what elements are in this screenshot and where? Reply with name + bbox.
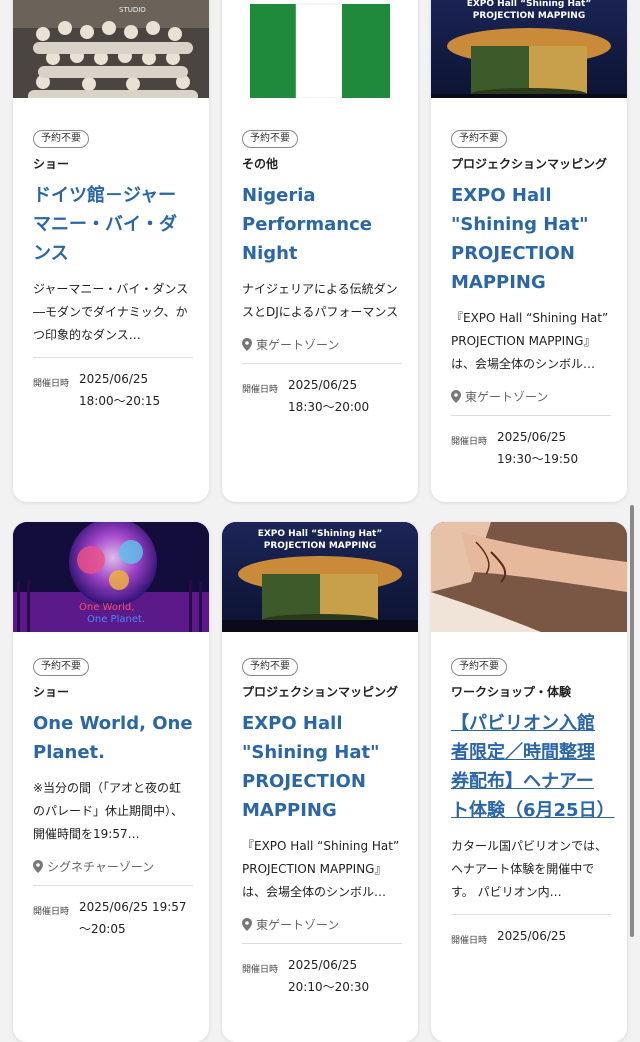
- event-title[interactable]: EXPO Hall "Shining Hat" PROJECTION MAPPI…: [451, 181, 611, 297]
- event-description: カタール国パビリオンでは、ヘナアート体験を開催中です。 パビリオン内…: [451, 839, 608, 899]
- event-thumbnail: STUDIO: [13, 0, 209, 98]
- location-label: 東ゲートゾーン: [465, 390, 549, 404]
- date-value: 2025/06/25: [288, 378, 358, 392]
- event-card[interactable]: STUDIO 予約不要 ショー ドイツ館－ジャーマニー・バイ・ダンス ジャーマニ…: [13, 0, 209, 502]
- reservation-badge: 予約不要: [33, 658, 89, 676]
- svg-text:One Planet.: One Planet.: [87, 614, 145, 625]
- event-title[interactable]: One World, One Planet.: [33, 709, 193, 767]
- event-description: ジャーマニー・バイ・ダンス―モダンでダイナミック、かつ印象的なダンス…: [33, 282, 189, 342]
- time-value: 18:00～20:15: [79, 394, 161, 408]
- location-label: シグネチャーゾーン: [47, 860, 155, 874]
- date-value: 2025/06/25: [497, 430, 567, 444]
- divider: [451, 415, 611, 416]
- reservation-badge: 予約不要: [451, 658, 507, 676]
- date-value: 2025/06/25: [497, 929, 567, 943]
- datetime-label: 開催日時: [33, 379, 70, 389]
- event-card[interactable]: 予約不要 その他 Nigeria Performance Night ナイジェリ…: [222, 0, 418, 502]
- divider: [242, 943, 402, 944]
- event-location: 東ゲートゾーン: [451, 388, 611, 405]
- date-value: 2025/06/25: [79, 372, 149, 386]
- event-title[interactable]: Nigeria Performance Night: [242, 181, 402, 268]
- event-category: その他: [242, 157, 279, 171]
- reservation-badge: 予約不要: [33, 130, 89, 148]
- time-value: ～20:05: [79, 922, 126, 936]
- svg-text:STUDIO: STUDIO: [119, 6, 146, 14]
- datetime-label: 開催日時: [451, 936, 488, 946]
- event-category: プロジェクションマッピング: [242, 685, 399, 699]
- reservation-badge: 予約不要: [451, 130, 507, 148]
- page-scrollbar[interactable]: [630, 505, 634, 937]
- divider: [242, 363, 402, 364]
- event-card[interactable]: 予約不要 ワークショップ・体験 【パビリオン入館者限定／時間整理券配布】ヘナアー…: [431, 522, 627, 1042]
- event-title[interactable]: EXPO Hall "Shining Hat" PROJECTION MAPPI…: [242, 709, 402, 825]
- event-datetime: 開催日時 2025/06/25 19:30～19:50: [451, 426, 611, 470]
- datetime-label: 開催日時: [242, 385, 279, 395]
- location-label: 東ゲートゾーン: [256, 918, 340, 932]
- divider: [33, 357, 193, 358]
- event-card[interactable]: EXPO Hall “Shining Hat” PROJECTION MAPPI…: [431, 0, 627, 502]
- event-category: ショー: [33, 685, 70, 699]
- event-datetime: 開催日時 2025/06/25 18:30～20:00: [242, 374, 402, 418]
- datetime-label: 開催日時: [242, 965, 279, 975]
- svg-text:EXPO Hall “Shining Hat”: EXPO Hall “Shining Hat”: [258, 529, 383, 539]
- event-datetime: 開催日時 2025/06/25 20:10～20:30: [242, 954, 402, 998]
- svg-text:PROJECTION MAPPING: PROJECTION MAPPING: [264, 541, 376, 551]
- datetime-label: 開催日時: [33, 907, 70, 917]
- divider: [451, 914, 611, 915]
- event-card-grid: STUDIO 予約不要 ショー ドイツ館－ジャーマニー・バイ・ダンス ジャーマニ…: [0, 0, 640, 1042]
- time-value: 18:30～20:00: [288, 400, 370, 414]
- event-thumbnail: [222, 0, 418, 98]
- event-category: ショー: [33, 157, 70, 171]
- event-description: ※当分の間（「アオと夜の虹のパレード」休止期間中）、開催時間を19:57…: [33, 781, 184, 841]
- divider: [33, 885, 193, 886]
- time-value: 20:10～20:30: [288, 980, 370, 994]
- svg-text:One World,: One World,: [79, 602, 134, 613]
- event-location: 東ゲートゾーン: [242, 336, 402, 353]
- event-location: シグネチャーゾーン: [33, 858, 193, 875]
- date-value: 2025/06/25: [288, 958, 358, 972]
- event-thumbnail: [431, 522, 627, 632]
- reservation-badge: 予約不要: [242, 658, 298, 676]
- event-title[interactable]: 【パビリオン入館者限定／時間整理券配布】ヘナアート体験（6月25日）: [451, 709, 615, 825]
- event-card[interactable]: One World, One Planet. 予約不要 ショー One Worl…: [13, 522, 209, 1042]
- event-description: ナイジェリアによる伝統ダンスとDJによるパフォーマンス: [242, 282, 399, 319]
- event-datetime: 開催日時 2025/06/25 19:57 ～20:05: [33, 896, 193, 940]
- event-thumbnail: EXPO Hall “Shining Hat” PROJECTION MAPPI…: [222, 522, 418, 632]
- svg-text:PROJECTION MAPPING: PROJECTION MAPPING: [473, 11, 585, 21]
- location-pin-icon: [242, 338, 252, 351]
- event-datetime: 開催日時 2025/06/25: [451, 925, 611, 947]
- time-value: 19:30～19:50: [497, 452, 579, 466]
- event-category: プロジェクションマッピング: [451, 157, 608, 171]
- svg-text:EXPO Hall “Shining Hat”: EXPO Hall “Shining Hat”: [467, 0, 592, 9]
- event-datetime: 開催日時 2025/06/25 18:00～20:15: [33, 368, 193, 412]
- event-card[interactable]: EXPO Hall “Shining Hat” PROJECTION MAPPI…: [222, 522, 418, 1042]
- date-value: 2025/06/25 19:57: [79, 900, 187, 914]
- location-label: 東ゲートゾーン: [256, 338, 340, 352]
- location-pin-icon: [33, 860, 43, 873]
- reservation-badge: 予約不要: [242, 130, 298, 148]
- event-thumbnail: EXPO Hall “Shining Hat” PROJECTION MAPPI…: [431, 0, 627, 98]
- event-description: 『EXPO Hall “Shining Hat” PROJECTION MAPP…: [451, 311, 609, 371]
- event-category: ワークショップ・体験: [451, 685, 572, 699]
- location-pin-icon: [451, 390, 461, 403]
- event-description: 『EXPO Hall “Shining Hat” PROJECTION MAPP…: [242, 839, 400, 899]
- event-title[interactable]: ドイツ館－ジャーマニー・バイ・ダンス: [33, 181, 193, 268]
- event-thumbnail: One World, One Planet.: [13, 522, 209, 632]
- datetime-label: 開催日時: [451, 437, 488, 447]
- location-pin-icon: [242, 918, 252, 931]
- event-location: 東ゲートゾーン: [242, 916, 402, 933]
